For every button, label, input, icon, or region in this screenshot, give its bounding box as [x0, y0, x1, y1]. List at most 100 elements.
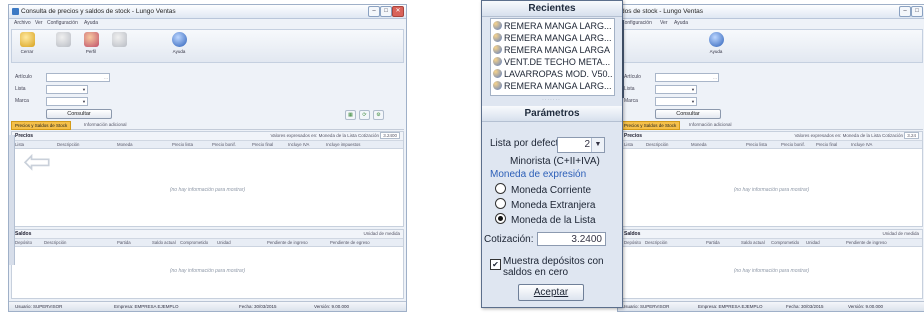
column-header[interactable]: Precio final [252, 142, 273, 147]
column-header[interactable]: Partida [117, 240, 131, 245]
cotizacion-label: Cotización: [484, 234, 534, 245]
column-header[interactable]: Precio bonif. [781, 142, 805, 147]
menu-ayuda[interactable]: Ayuda [674, 20, 688, 26]
menu-ver[interactable]: Ver [660, 20, 668, 26]
maximize-button[interactable]: □ [911, 6, 923, 17]
radio-moneda-corriente[interactable]: Moneda Corriente [495, 183, 591, 196]
list-item[interactable]: REMERA MANGA LARG... [493, 80, 612, 92]
parametros-title: Parámetros [482, 106, 622, 122]
column-header[interactable]: Saldo actual [741, 240, 765, 245]
list-item[interactable]: REMERA MANGA LARGA [493, 44, 612, 56]
cotizacion-input[interactable]: 3.2400 [537, 232, 606, 246]
column-header[interactable]: Descripción [44, 240, 66, 245]
minimize-button[interactable]: – [368, 6, 380, 17]
radio-label: Moneda Corriente [511, 185, 592, 196]
close-button[interactable]: ✕ [392, 6, 404, 17]
help-icon [171, 32, 187, 47]
ellipsis-icon: … [713, 75, 717, 80]
column-header[interactable]: Precio lista [172, 142, 193, 147]
list-item[interactable]: VENT.DE TECHO META... [493, 56, 612, 68]
status-company: Empresa: EMPRESA EJEMPLO [698, 304, 763, 309]
radio-label: Moneda de la Lista [511, 215, 596, 226]
splitter-bar[interactable] [622, 20, 624, 98]
ribbon-help-button[interactable]: Ayuda [166, 32, 192, 54]
saldos-column-header: Depósito Descripción Partida Saldo actua… [621, 239, 922, 247]
tab-info-adicional[interactable]: Información adicional [81, 121, 130, 128]
list-item[interactable]: REMERA MANGA LARG... [493, 20, 612, 32]
title-bar: dos de stock - Lungo Ventas – □ [618, 5, 924, 19]
marca-select[interactable]: ▼ [46, 97, 88, 106]
toolbar-grid-icon[interactable]: ▦ [345, 110, 356, 120]
status-user: Usuario: SUPERVISOR [15, 304, 63, 309]
column-header[interactable]: Lista [624, 142, 633, 147]
ribbon-disabled-button[interactable] [50, 32, 76, 47]
window-title: Consulta de precios y saldos de stock - … [21, 8, 176, 15]
lista-select[interactable]: ▼ [655, 85, 697, 94]
minimize-button[interactable]: – [899, 6, 911, 17]
column-header[interactable]: Depósito [624, 240, 641, 245]
saldos-panel: Saldos Unidad de medida Depósito Descrip… [620, 229, 923, 299]
ribbon-disabled-button-2[interactable] [106, 32, 132, 47]
collapsed-sidebar-handle[interactable] [9, 135, 15, 265]
ribbon-button-label: Perfil [85, 49, 97, 54]
column-header[interactable]: Unidad [806, 240, 820, 245]
lista-select[interactable]: ▼ [46, 85, 88, 94]
tab-info-adicional[interactable]: Información adicional [686, 121, 735, 128]
column-header[interactable]: Descripción [646, 142, 668, 147]
articulo-input[interactable]: … [46, 73, 110, 82]
ribbon-close-button[interactable]: Cerrar [14, 32, 40, 54]
column-header[interactable]: Moneda [691, 142, 707, 147]
column-header[interactable]: Pendiente de egreso [330, 240, 370, 245]
menu-archivo[interactable]: Archivo [14, 20, 31, 26]
column-header[interactable]: Descripción [645, 240, 667, 245]
column-header[interactable]: Comprometido [771, 240, 799, 245]
list-item[interactable]: LAVARROPAS MOD. V50... [493, 68, 612, 80]
consultar-button[interactable]: Consultar [46, 109, 112, 119]
tab-strip: Precios y Saldos de Stock Información ad… [11, 121, 404, 130]
menu-configuracion[interactable]: Configuración [47, 20, 78, 26]
column-header[interactable]: Comprometido [180, 240, 208, 245]
radio-moneda-lista[interactable]: Moneda de la Lista [495, 213, 596, 226]
app-icon [12, 8, 19, 15]
menu-ayuda[interactable]: Ayuda [84, 20, 98, 26]
resize-grip[interactable]: ······· [490, 97, 613, 103]
cotizacion-value: 3.2400 [380, 132, 400, 139]
column-header[interactable]: Incluye impuestos [326, 142, 360, 147]
saldos-empty-message: (no hay información para mostrar) [733, 268, 810, 274]
ribbon-help-button[interactable]: Ayuda [703, 32, 729, 54]
column-header[interactable]: Moneda [117, 142, 133, 147]
menu-configuracion[interactable]: Configuración [621, 20, 652, 26]
column-header[interactable]: Unidad [217, 240, 231, 245]
column-header[interactable]: Partida [706, 240, 720, 245]
maximize-button[interactable]: □ [380, 6, 392, 17]
lista-defecto-select[interactable]: 2 ▼ [557, 137, 605, 153]
radio-moneda-extranjera[interactable]: Moneda Extranjera [495, 198, 596, 211]
aceptar-button[interactable]: Aceptar [518, 284, 584, 301]
column-header[interactable]: Incluye IVA [288, 142, 309, 147]
tab-precios-saldos[interactable]: Precios y Saldos de Stock [11, 121, 72, 130]
ribbon-profile-button[interactable]: Perfil [78, 32, 104, 54]
column-header[interactable]: Pendiente de ingreso [846, 240, 887, 245]
articulo-input[interactable]: … [655, 73, 719, 82]
column-header[interactable]: Precio bonif. [212, 142, 236, 147]
column-header[interactable]: Precio lista [746, 142, 767, 147]
column-header[interactable]: Depósito [15, 240, 32, 245]
column-header[interactable]: Incluye IVA [851, 142, 872, 147]
column-header[interactable]: Pendiente de ingreso [267, 240, 308, 245]
settings-icon[interactable]: ⚙ [373, 110, 384, 120]
status-company: Empresa: EMPRESA EJEMPLO [114, 304, 179, 309]
column-header[interactable]: Precio final [816, 142, 837, 147]
column-header[interactable]: Descripción [57, 142, 79, 147]
menu-bar: Configuración Ver Ayuda [618, 19, 924, 28]
list-item[interactable]: REMERA MANGA LARG... [493, 32, 612, 44]
checkmark-icon: ✔ [490, 259, 501, 270]
product-icon [493, 33, 502, 42]
menu-ver[interactable]: Ver [35, 20, 43, 26]
radio-icon [495, 183, 506, 194]
refresh-icon[interactable]: ⟳ [359, 110, 370, 120]
tab-precios-saldos[interactable]: Precios y Saldos de Stock [620, 121, 681, 130]
marca-select[interactable]: ▼ [655, 97, 697, 106]
precios-title: Precios [15, 133, 34, 139]
column-header[interactable]: Saldo actual [152, 240, 176, 245]
consultar-button[interactable]: Consultar [655, 109, 721, 119]
